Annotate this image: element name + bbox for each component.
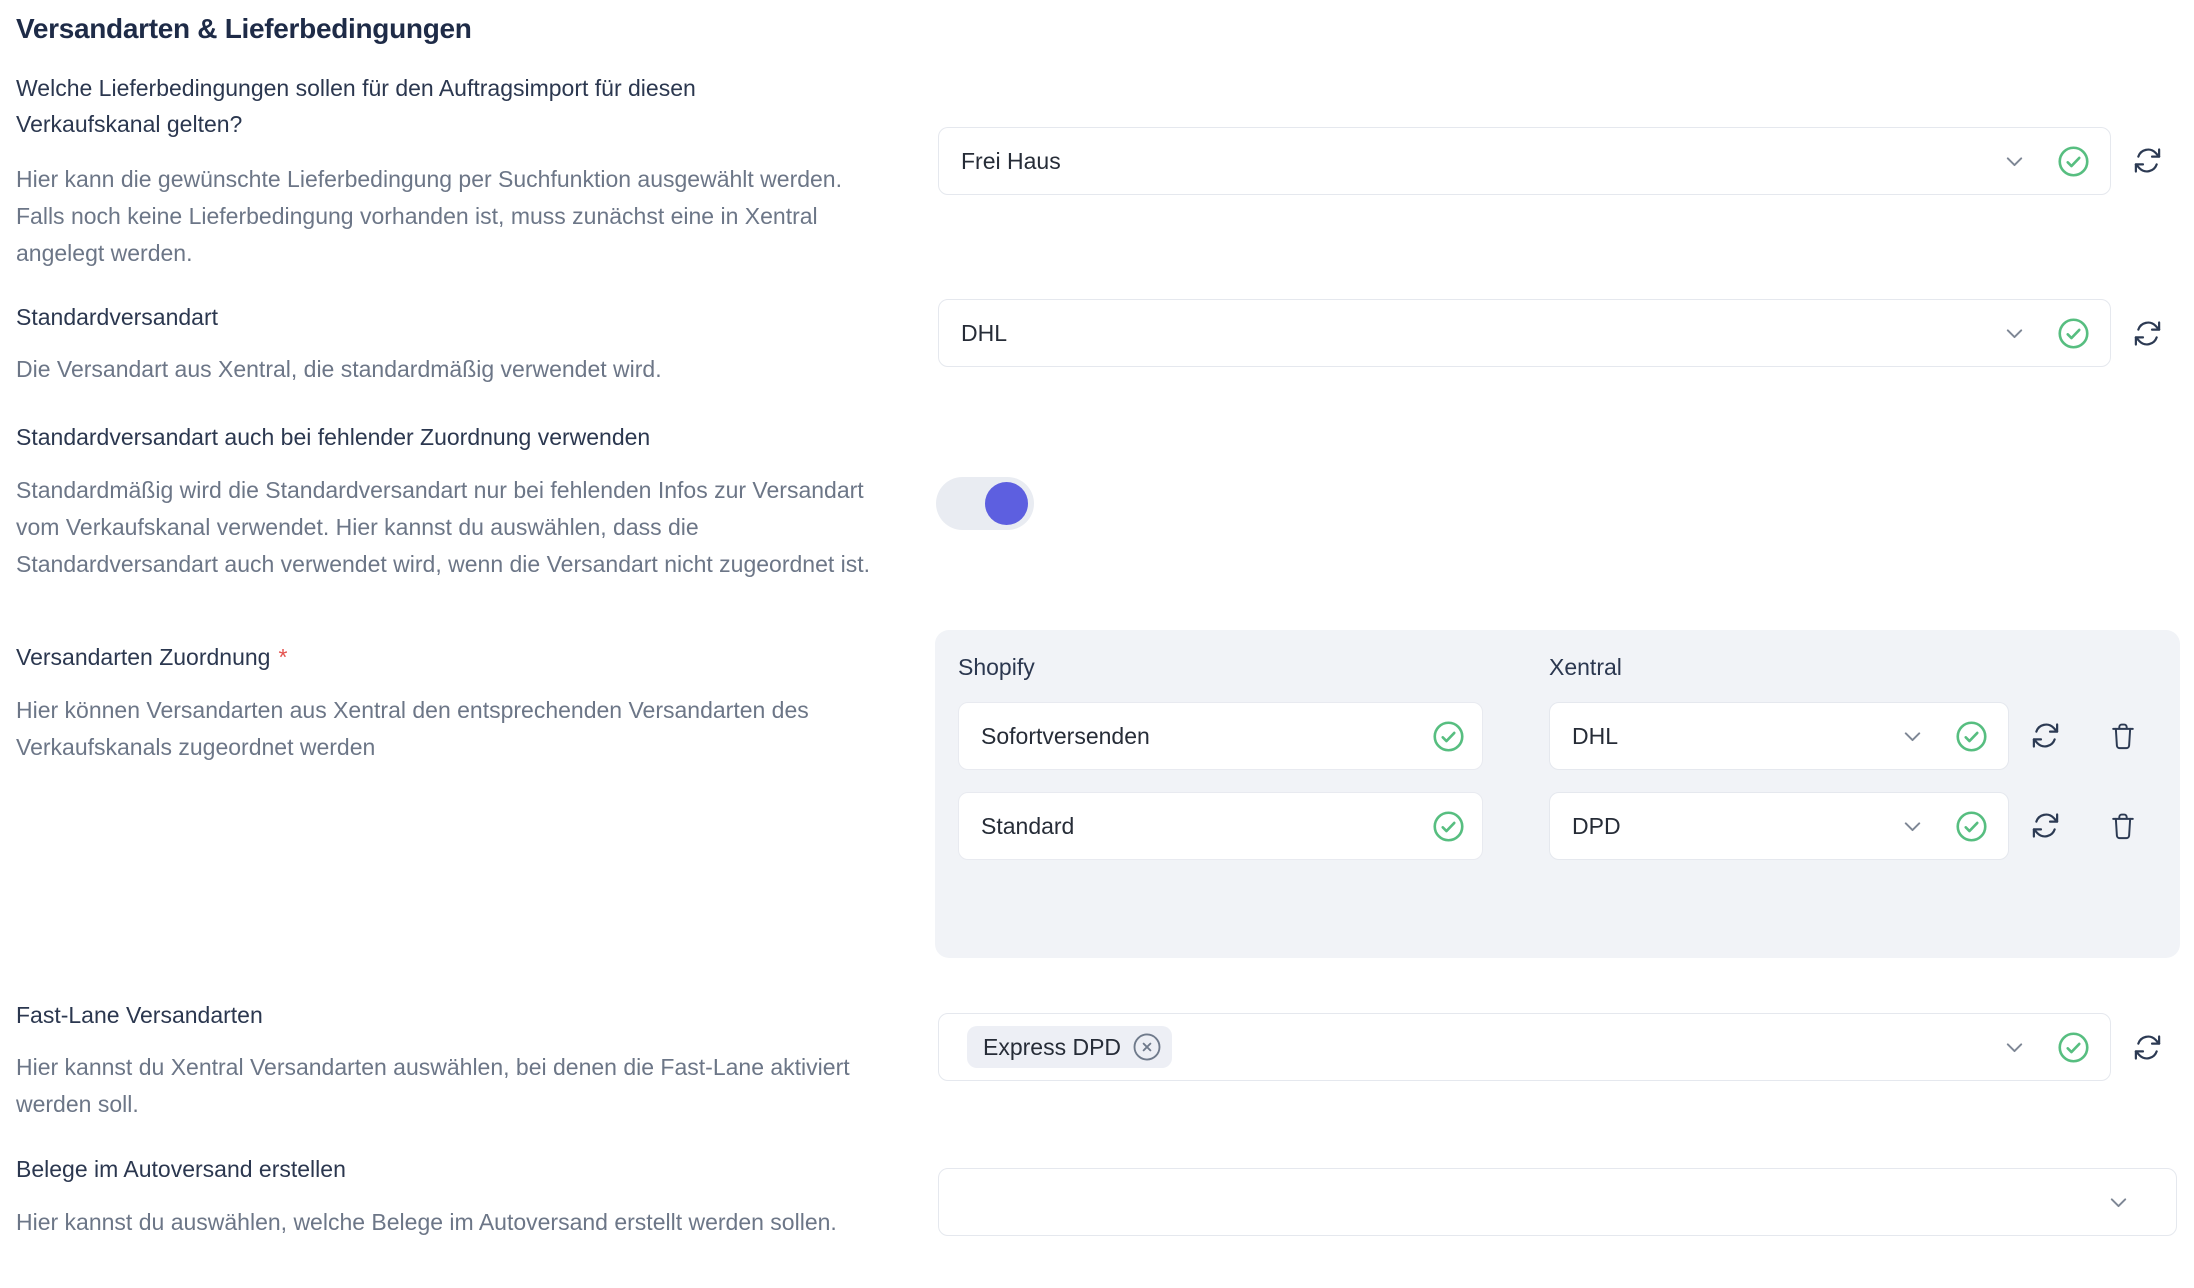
refresh-icon[interactable] [2132, 318, 2163, 349]
fallback-toggle-label: Standardversandart auch bei fehlender Zu… [16, 419, 916, 455]
mapping-source-value: Sofortversenden [981, 723, 1432, 750]
required-asterisk: * [278, 644, 287, 670]
delivery-terms-value: Frei Haus [961, 148, 2001, 175]
refresh-icon[interactable] [2030, 720, 2061, 751]
shipping-settings-page: Versandarten & Lieferbedingungen Welche … [0, 0, 2194, 1288]
fast-lane-description: Hier kannst du Xentral Versandarten ausw… [16, 1049, 856, 1123]
fast-lane-select[interactable]: Express DPD [938, 1013, 2111, 1081]
chevron-down-icon [2001, 148, 2028, 175]
delivery-terms-select[interactable]: Frei Haus [938, 127, 2111, 195]
trash-icon[interactable] [2109, 811, 2137, 841]
success-check-icon [1955, 810, 1988, 843]
mapping-source-input[interactable]: Sofortversenden [958, 702, 1483, 770]
refresh-icon[interactable] [2030, 810, 2061, 841]
page-title: Versandarten & Lieferbedingungen [16, 12, 472, 46]
mapping-target-value: DPD [1572, 813, 1899, 840]
documents-label: Belege im Autoversand erstellen [16, 1151, 346, 1187]
success-check-icon [2057, 317, 2090, 350]
delivery-terms-description: Hier kann die gewünschte Lieferbedingung… [16, 161, 876, 272]
chevron-down-icon [2001, 1034, 2028, 1061]
fallback-toggle-description: Standardmäßig wird die Standardversandar… [16, 472, 876, 583]
fast-lane-label: Fast-Lane Versandarten [16, 997, 263, 1033]
selected-chip: Express DPD [967, 1026, 1172, 1068]
mapping-panel: Shopify Xentral Sofortversenden DHL Stan… [935, 630, 2180, 958]
success-check-icon [1432, 720, 1465, 753]
delivery-terms-label: Welche Lieferbedingungen sollen für den … [16, 70, 816, 142]
mapping-description: Hier können Versandarten aus Xentral den… [16, 692, 896, 766]
documents-description: Hier kannst du auswählen, welche Belege … [16, 1204, 876, 1241]
mapping-source-value: Standard [981, 813, 1432, 840]
mapping-target-value: DHL [1572, 723, 1899, 750]
trash-icon[interactable] [2109, 721, 2137, 751]
refresh-icon[interactable] [2132, 145, 2163, 176]
success-check-icon [1955, 720, 1988, 753]
success-check-icon [1432, 810, 1465, 843]
mapping-label: Versandarten Zuordnung * [16, 639, 287, 675]
success-check-icon [2057, 1031, 2090, 1064]
chevron-down-icon [2001, 320, 2028, 347]
documents-select[interactable] [938, 1168, 2177, 1236]
chevron-down-icon [1899, 723, 1926, 750]
chevron-down-icon [1899, 813, 1926, 840]
mapping-target-select[interactable]: DHL [1549, 702, 2009, 770]
mapping-label-text: Versandarten Zuordnung [16, 644, 270, 670]
mapping-column-shopify: Shopify [958, 649, 1035, 685]
success-check-icon [2057, 145, 2090, 178]
mapping-target-select[interactable]: DPD [1549, 792, 2009, 860]
mapping-column-xentral: Xentral [1549, 649, 1622, 685]
chevron-down-icon [2105, 1189, 2132, 1216]
default-shipping-value: DHL [961, 320, 2001, 347]
default-shipping-select[interactable]: DHL [938, 299, 2111, 367]
default-shipping-label: Standardversandart [16, 299, 218, 335]
toggle-knob [985, 482, 1028, 525]
refresh-icon[interactable] [2132, 1032, 2163, 1063]
mapping-source-input[interactable]: Standard [958, 792, 1483, 860]
chip-label: Express DPD [983, 1034, 1121, 1061]
remove-chip-icon[interactable] [1132, 1032, 1162, 1062]
default-shipping-description: Die Versandart aus Xentral, die standard… [16, 351, 662, 388]
fallback-toggle-switch[interactable] [936, 477, 1034, 530]
